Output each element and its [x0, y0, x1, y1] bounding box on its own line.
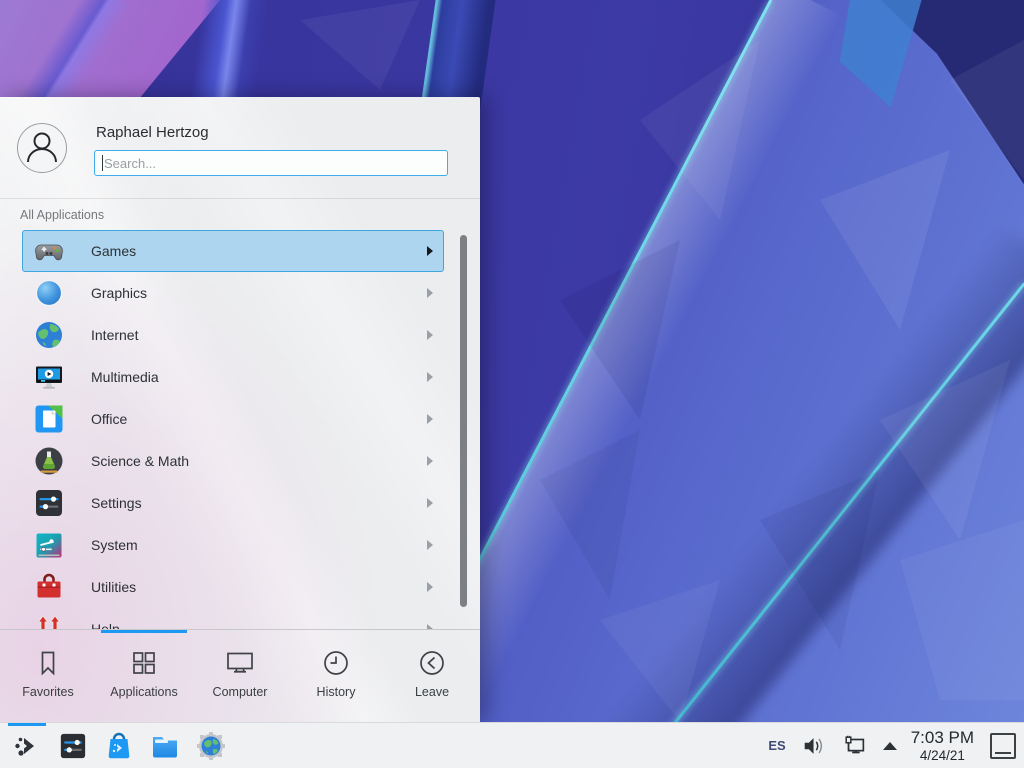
submenu-arrow-icon: [427, 414, 433, 424]
submenu-arrow-icon: [427, 582, 433, 592]
system-settings-icon: [59, 732, 87, 760]
taskbar: ES 7:03 PM 4/24/21: [0, 722, 1024, 768]
active-task-indicator: [8, 723, 46, 726]
category-row-science-math[interactable]: Science & Math: [22, 440, 444, 482]
toolbox-icon: [34, 572, 64, 602]
category-label: System: [91, 537, 427, 553]
category-list: Games Graphics: [0, 229, 480, 629]
category-label: Internet: [91, 327, 427, 343]
kickoff-launcher-button[interactable]: [4, 723, 50, 768]
discover-icon: [104, 731, 134, 761]
globe-icon: [34, 320, 64, 350]
tab-label: Applications: [110, 685, 177, 699]
user-name: Raphael Hertzog: [96, 124, 448, 141]
web-browser-globe-icon: [196, 731, 226, 761]
submenu-arrow-icon: [427, 330, 433, 340]
text-cursor: [102, 155, 103, 171]
search-input[interactable]: [94, 150, 448, 176]
dolphin-button[interactable]: [142, 723, 188, 768]
sliders-icon: [34, 488, 64, 518]
active-tab-indicator: [101, 630, 187, 633]
tab-label: Favorites: [22, 685, 73, 699]
category-row-utilities[interactable]: Utilities: [22, 566, 444, 608]
grid-icon: [129, 647, 159, 679]
category-row-multimedia[interactable]: Multimedia: [22, 356, 444, 398]
keyboard-layout-indicator[interactable]: ES: [768, 738, 785, 753]
digital-clock[interactable]: 7:03 PM 4/24/21: [911, 728, 974, 763]
clock-date: 4/24/21: [911, 748, 974, 764]
show-desktop-button[interactable]: [990, 733, 1016, 759]
category-row-system[interactable]: System: [22, 524, 444, 566]
monitor-icon: [224, 647, 256, 679]
media-monitor-icon: [34, 362, 64, 392]
category-row-games[interactable]: Games: [22, 230, 444, 272]
category-label: Office: [91, 411, 427, 427]
clock-time: 7:03 PM: [911, 728, 974, 748]
submenu-arrow-icon: [427, 498, 433, 508]
tab-history[interactable]: History: [288, 630, 384, 722]
gamepad-icon: [34, 236, 64, 266]
clock-icon: [321, 647, 351, 679]
submenu-arrow-icon: [427, 246, 433, 256]
category-row-internet[interactable]: Internet: [22, 314, 444, 356]
desktop[interactable]: Raphael Hertzog All Applications: [0, 0, 1024, 768]
tab-leave[interactable]: Leave: [384, 630, 480, 722]
category-label: Settings: [91, 495, 427, 511]
web-browser-button[interactable]: [188, 723, 234, 768]
flask-icon: [34, 446, 64, 476]
list-scrollbar[interactable]: [460, 235, 467, 607]
user-avatar: [17, 123, 67, 173]
category-label: Multimedia: [91, 369, 427, 385]
sphere-icon: [34, 278, 64, 308]
category-label: Utilities: [91, 579, 427, 595]
tab-computer[interactable]: Computer: [192, 630, 288, 722]
section-label: All Applications: [0, 199, 480, 229]
system-tray: ES: [768, 733, 896, 759]
submenu-arrow-icon: [427, 540, 433, 550]
expand-tray-caret-icon[interactable]: [883, 742, 897, 750]
document-icon: [34, 404, 64, 434]
tab-label: Leave: [415, 685, 449, 699]
category-row-settings[interactable]: Settings: [22, 482, 444, 524]
submenu-arrow-icon: [427, 288, 433, 298]
submenu-arrow-icon: [427, 372, 433, 382]
launcher-tab-bar: Favorites Applications: [0, 629, 480, 722]
launcher-header: Raphael Hertzog: [0, 97, 480, 192]
application-launcher-menu: Raphael Hertzog All Applications: [0, 97, 480, 722]
dolphin-folder-icon: [150, 731, 180, 761]
submenu-arrow-icon: [427, 456, 433, 466]
volume-icon[interactable]: [801, 733, 827, 759]
category-row-help[interactable]: Help: [22, 608, 444, 629]
leave-icon: [417, 647, 447, 679]
tab-applications[interactable]: Applications: [96, 630, 192, 722]
tab-label: History: [317, 685, 356, 699]
category-row-graphics[interactable]: Graphics: [22, 272, 444, 314]
bookmark-icon: [33, 647, 63, 679]
category-label: Help: [91, 621, 427, 629]
network-icon[interactable]: [842, 733, 868, 759]
category-row-office[interactable]: Office: [22, 398, 444, 440]
tab-favorites[interactable]: Favorites: [0, 630, 96, 722]
discover-button[interactable]: [96, 723, 142, 768]
user-icon: [18, 124, 66, 172]
system-sliders-icon: [34, 530, 64, 560]
tab-label: Computer: [213, 685, 268, 699]
help-icon: [34, 614, 64, 629]
category-label: Science & Math: [91, 453, 427, 469]
kickoff-launcher-icon: [12, 731, 42, 761]
category-label: Games: [91, 243, 427, 259]
system-settings-button[interactable]: [50, 723, 96, 768]
category-label: Graphics: [91, 285, 427, 301]
